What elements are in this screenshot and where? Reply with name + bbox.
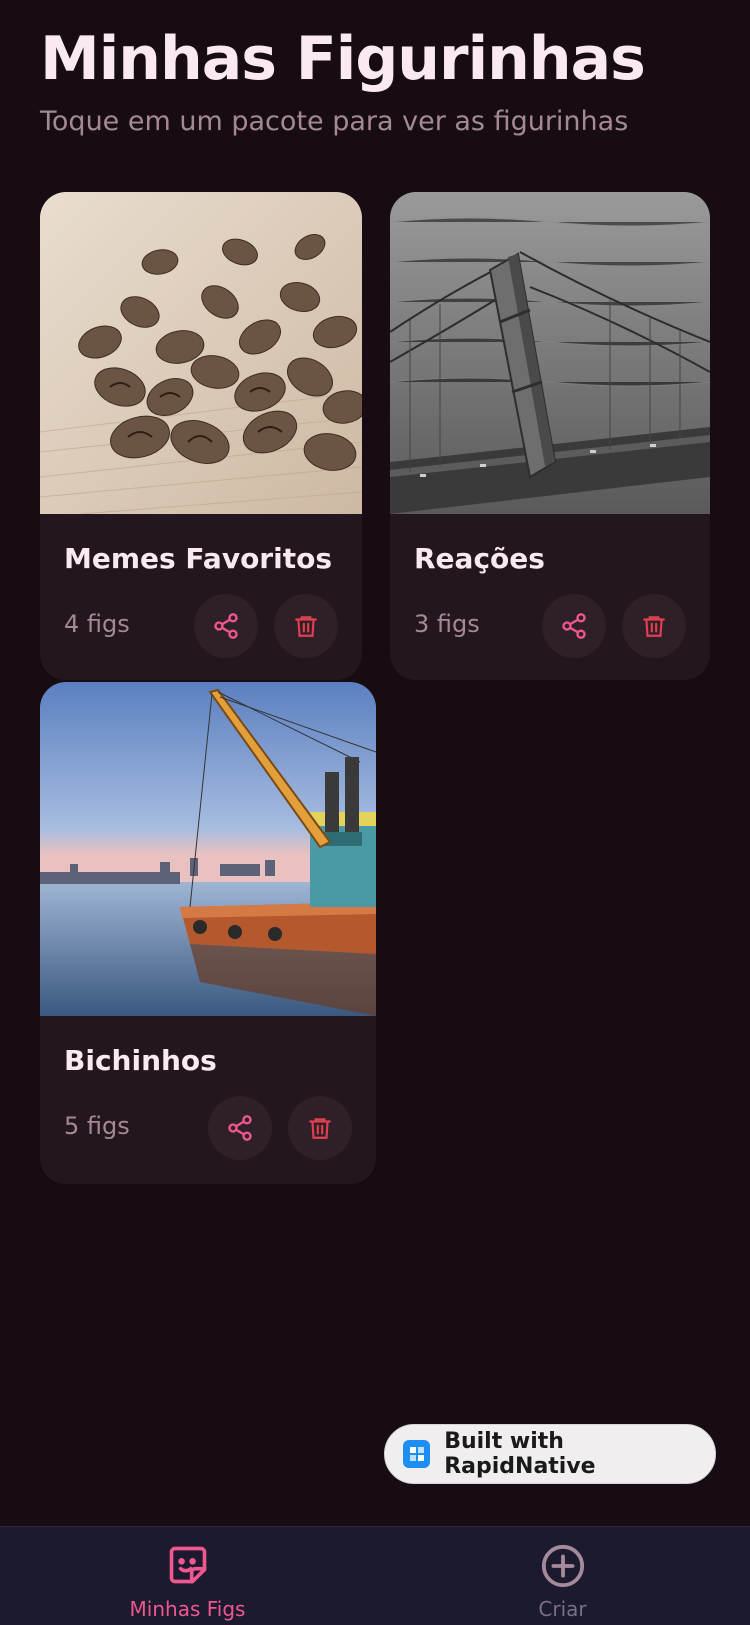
share-icon: [562, 613, 586, 639]
pack-thumbnail-bridge: [390, 192, 710, 514]
delete-button[interactable]: [288, 1096, 352, 1160]
share-icon: [214, 613, 238, 639]
delete-button[interactable]: [622, 594, 686, 658]
sticker-icon: [169, 1546, 206, 1584]
pack-count: 4 figs: [64, 610, 130, 638]
pack-name: Bichinhos: [64, 1044, 217, 1077]
delete-button[interactable]: [274, 594, 338, 658]
plus-circle-icon: [541, 1544, 584, 1588]
share-button[interactable]: [208, 1096, 272, 1160]
rapidnative-logo-icon: [403, 1440, 431, 1468]
pack-card-bichinhos[interactable]: Bichinhos 5 figs: [40, 682, 376, 1184]
pack-card-memes-favoritos[interactable]: Memes Favoritos 4 figs: [40, 192, 362, 680]
trash-icon: [309, 1118, 331, 1139]
share-icon: [228, 1115, 252, 1141]
trash-icon: [295, 616, 317, 637]
pack-thumbnail-coffee: [40, 192, 362, 514]
bottom-tab-bar: Minhas Figs Criar: [0, 1526, 750, 1625]
built-with-badge[interactable]: Built with RapidNative: [384, 1424, 716, 1484]
pack-thumbnail-barge: [40, 682, 376, 1016]
tab-minhas-figs[interactable]: Minhas Figs: [0, 1527, 375, 1625]
pack-count: 3 figs: [414, 610, 480, 638]
page-subtitle: Toque em um pacote para ver as figurinha…: [40, 106, 629, 137]
page-title: Minhas Figurinhas: [40, 24, 646, 94]
pack-count: 5 figs: [64, 1112, 130, 1140]
pack-name: Memes Favoritos: [64, 542, 332, 575]
tab-label: Minhas Figs: [129, 1597, 246, 1621]
tab-criar[interactable]: Criar: [375, 1527, 750, 1625]
trash-icon: [643, 616, 665, 637]
share-button[interactable]: [194, 594, 258, 658]
share-button[interactable]: [542, 594, 606, 658]
pack-name: Reações: [414, 542, 545, 575]
badge-label: Built with RapidNative: [444, 1429, 596, 1479]
tab-label: Criar: [538, 1597, 587, 1621]
pack-card-reacoes[interactable]: Reações 3 figs: [390, 192, 710, 680]
